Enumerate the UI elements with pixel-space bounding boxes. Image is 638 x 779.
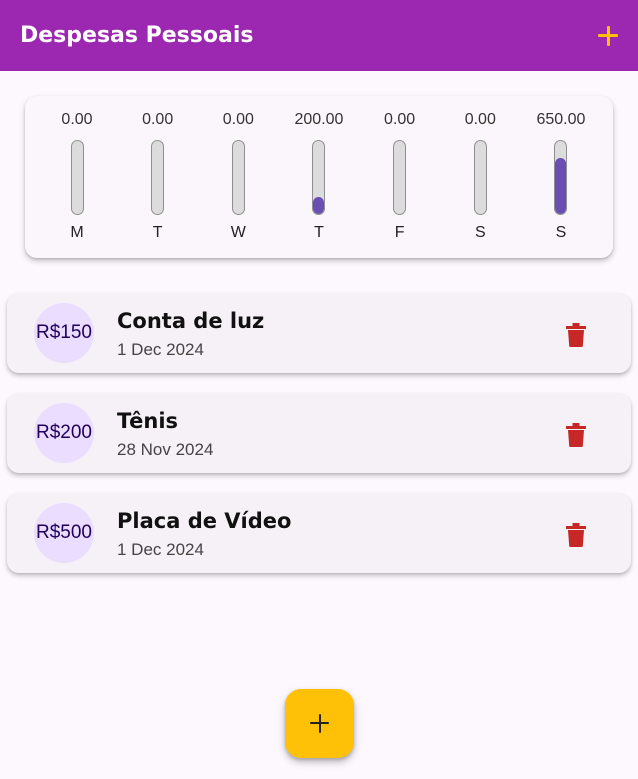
chart-value-label: 0.00 [222,111,254,128]
chart-value-label: 0.00 [61,111,93,128]
chart-bar-track [393,140,407,215]
chart-day-label: S [555,224,567,241]
chart-day-label: M [70,224,84,241]
trash-icon [566,523,586,547]
delete-expense-button[interactable] [562,421,590,449]
chart-day-label: T [152,224,163,241]
app-title: Despesas Pessoais [20,23,254,48]
chart-day-label: F [394,224,405,241]
expense-amount: R$200 [34,403,94,463]
chart-value-label: 0.00 [384,111,416,128]
chart-bar [313,196,325,214]
expense-date: 1 Dec 2024 [117,540,204,559]
chart-day-label: T [314,224,324,241]
expense-card[interactable]: R$200 Tênis 28 Nov 2024 [7,393,631,473]
expense-card[interactable]: R$500 Placa de Vídeo 1 Dec 2024 [7,493,631,573]
chart-column: 200.00 T [279,96,359,258]
weekly-chart: 0.00 M 0.00 T 0.00 W 200.00 T 0.00 F 0.00 S 650.00 S [25,96,613,258]
expense-date: 28 Nov 2024 [117,440,214,459]
chart-day-label: W [230,224,246,241]
chart-column: 0.00 W [198,96,278,258]
chart-bar-track [70,140,84,215]
chart-column: 0.00 T [118,96,198,258]
expense-amount: R$150 [34,303,94,363]
delete-expense-button[interactable] [562,521,590,549]
chart-day-label: S [474,224,486,241]
chart-column: 650.00 S [521,96,601,258]
expense-title: Tênis [117,409,179,433]
chart-bar-track [312,140,326,215]
trash-icon [566,423,586,447]
delete-expense-button[interactable] [562,321,590,349]
chart-value-label: 0.00 [464,111,496,128]
chart-bar-track [473,140,487,215]
chart-bar-track [151,140,165,215]
chart-value-label: 200.00 [294,111,344,128]
trash-icon [566,323,586,347]
chart-value-label: 650.00 [536,111,586,128]
floating-add-button[interactable] [285,689,354,758]
plus-icon-vertical [318,714,321,733]
expense-title: Conta de luz [117,309,265,333]
app-bar: Despesas Pessoais [0,0,638,71]
plus-icon-vertical [606,25,610,46]
chart-bar [555,158,567,214]
chart-value-label: 0.00 [142,111,174,128]
expense-card[interactable]: R$150 Conta de luz 1 Dec 2024 [7,293,631,373]
chart-column: 0.00 M [37,96,117,258]
chart-bar-track [231,140,245,215]
expense-title: Placa de Vídeo [117,509,292,533]
chart-bar-track [554,140,568,215]
chart-column: 0.00 S [440,96,520,258]
expense-date: 1 Dec 2024 [117,340,204,359]
add-expense-button[interactable] [592,20,624,52]
expense-amount: R$500 [34,503,94,563]
chart-column: 0.00 F [360,96,440,258]
